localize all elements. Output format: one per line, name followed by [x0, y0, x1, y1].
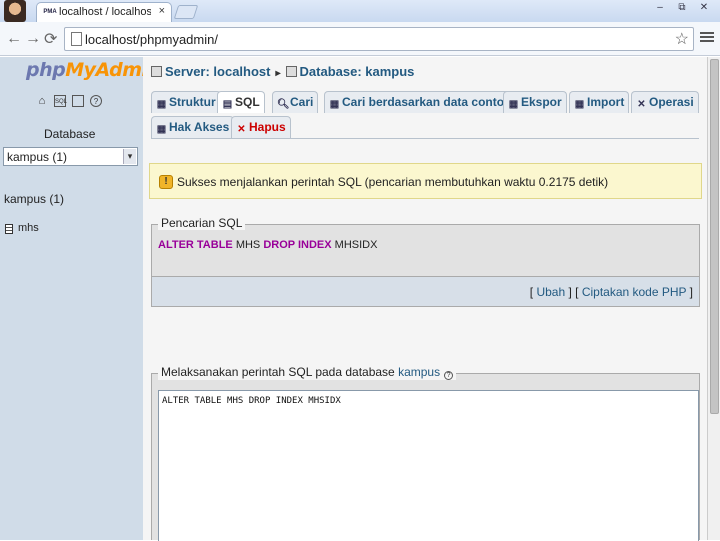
browser-titlebar: PMA localhost / localhost / kampus × – ⧉… — [0, 0, 720, 22]
main-content: Server: localhost ▸ Database: kampus ▦ Stru… — [143, 57, 707, 541]
database-select-value: kampus (1) — [7, 150, 68, 164]
create-php-code-link[interactable]: Ciptakan kode PHP — [582, 285, 687, 299]
export-icon: ▦ — [508, 99, 519, 110]
tab-cari-contoh[interactable]: ▦ Cari berdasarkan data contoh — [324, 91, 517, 113]
close-window-button[interactable]: ✕ — [694, 1, 714, 15]
left-navigation: phpMyAdmin ⌂ SQL ? Database kampus (1) ▾… — [0, 57, 161, 540]
browser-tab[interactable]: PMA localhost / localhost / kampus × — [36, 2, 172, 22]
forward-arrow-icon[interactable]: → — [25, 30, 41, 48]
table-name[interactable]: mhs — [18, 222, 39, 234]
query-links: [ Ubah ] [ Ciptakan kode PHP ] — [529, 285, 693, 299]
tab-cari[interactable]: 🔍︎Cari — [272, 91, 319, 113]
sql-query-textarea[interactable]: ALTER TABLE MHS DROP INDEX MHSIDX — [158, 390, 699, 541]
breadcrumb-server[interactable]: Server: localhost — [165, 64, 271, 79]
executed-sql: ALTER TABLE MHS DROP INDEX MHSIDX — [158, 239, 377, 251]
sql-table: MHS — [235, 239, 261, 251]
tab-operasi[interactable]: ✕ Operasi — [631, 91, 699, 113]
run-sql-legend: Melaksanakan perintah SQL pada database … — [158, 365, 457, 380]
table-icon — [5, 224, 13, 234]
sql-index: MHSIDX — [334, 239, 378, 251]
tab-divider — [151, 138, 699, 139]
sql-icon: ▤ — [222, 99, 233, 110]
tab-hak-akses[interactable]: ▦ Hak Akses — [151, 116, 235, 138]
tab-ekspor[interactable]: ▦ Ekspor — [503, 91, 567, 113]
minimize-button[interactable]: – — [650, 1, 670, 15]
tab-title: localhost / localhost / kampus — [59, 6, 151, 18]
new-tab-button[interactable] — [173, 5, 199, 19]
breadcrumb-separator-icon: ▸ — [275, 68, 281, 79]
query-icon: ▦ — [329, 99, 340, 110]
breadcrumb: Server: localhost ▸ Database: kampus — [151, 64, 414, 79]
sql-icon[interactable]: SQL — [54, 95, 67, 107]
import-icon: ▦ — [574, 99, 585, 110]
query-window-icon[interactable] — [72, 95, 84, 107]
browser-toolbar: ← → ⟳ localhost/phpmyadmin/ ☆ — [0, 22, 720, 56]
run-sql-box: Melaksanakan perintah SQL pada database … — [151, 365, 700, 541]
sql-query-actions: [ Ubah ] [ Ciptakan kode PHP ] — [151, 276, 700, 307]
address-bar[interactable]: localhost/phpmyadmin/ ☆ — [64, 27, 694, 51]
bookmark-star-icon[interactable]: ☆ — [675, 29, 689, 49]
database-select[interactable]: kampus (1) ▾ — [3, 147, 138, 166]
home-icon[interactable]: ⌂ — [36, 95, 48, 107]
tab-import[interactable]: ▦ Import — [569, 91, 630, 113]
delete-icon: ✕ — [237, 124, 246, 135]
success-message: ! Sukses menjalankan perintah SQL (penca… — [149, 163, 702, 199]
tab-struktur[interactable]: ▦ Struktur — [151, 91, 221, 113]
scrollbar-thumb[interactable] — [710, 59, 719, 414]
wrench-menu-icon[interactable] — [700, 30, 714, 46]
edit-link[interactable]: Ubah — [536, 285, 565, 299]
tab-hapus[interactable]: ✕ Hapus — [231, 116, 291, 138]
back-arrow-icon[interactable]: ← — [6, 30, 22, 48]
operations-icon: ✕ — [637, 99, 646, 110]
search-icon: 🔍︎ — [277, 99, 290, 110]
page-icon — [71, 32, 82, 46]
reload-icon[interactable]: ⟳ — [44, 29, 57, 49]
phpmyadmin-logo[interactable]: phpMyAdmin — [26, 59, 161, 81]
sql-query-legend: Pencarian SQL — [158, 216, 246, 230]
phpmyadmin-favicon-icon: PMA — [43, 9, 57, 15]
sql-query-box: Pencarian SQL ALTER TABLE MHS DROP INDEX… — [151, 216, 700, 276]
breadcrumb-database[interactable]: Database: kampus — [300, 64, 415, 79]
success-text: Sukses menjalankan perintah SQL (pencari… — [177, 175, 609, 189]
database-name-link[interactable]: kampus (1) — [4, 192, 64, 206]
database-icon — [285, 66, 297, 77]
vertical-scrollbar[interactable] — [707, 57, 720, 540]
database-label: Database — [44, 127, 96, 141]
sql-keyword: DROP INDEX — [263, 239, 332, 251]
notice-icon: ! — [159, 175, 173, 189]
url-text[interactable]: localhost/phpmyadmin/ — [85, 32, 218, 47]
help-icon[interactable]: ? — [444, 371, 454, 380]
database-link[interactable]: kampus — [398, 365, 440, 379]
tab-close-icon[interactable]: × — [159, 5, 165, 17]
tab-sql[interactable]: ▤ SQL — [217, 91, 265, 113]
structure-icon: ▦ — [156, 99, 167, 110]
chevron-down-icon[interactable]: ▾ — [123, 149, 136, 164]
docs-icon[interactable]: ? — [90, 95, 102, 107]
profile-avatar[interactable] — [4, 0, 26, 22]
server-icon — [151, 66, 162, 77]
restore-button[interactable]: ⧉ — [672, 1, 692, 15]
sql-keyword: ALTER TABLE — [158, 239, 233, 251]
privileges-icon: ▦ — [156, 124, 167, 135]
